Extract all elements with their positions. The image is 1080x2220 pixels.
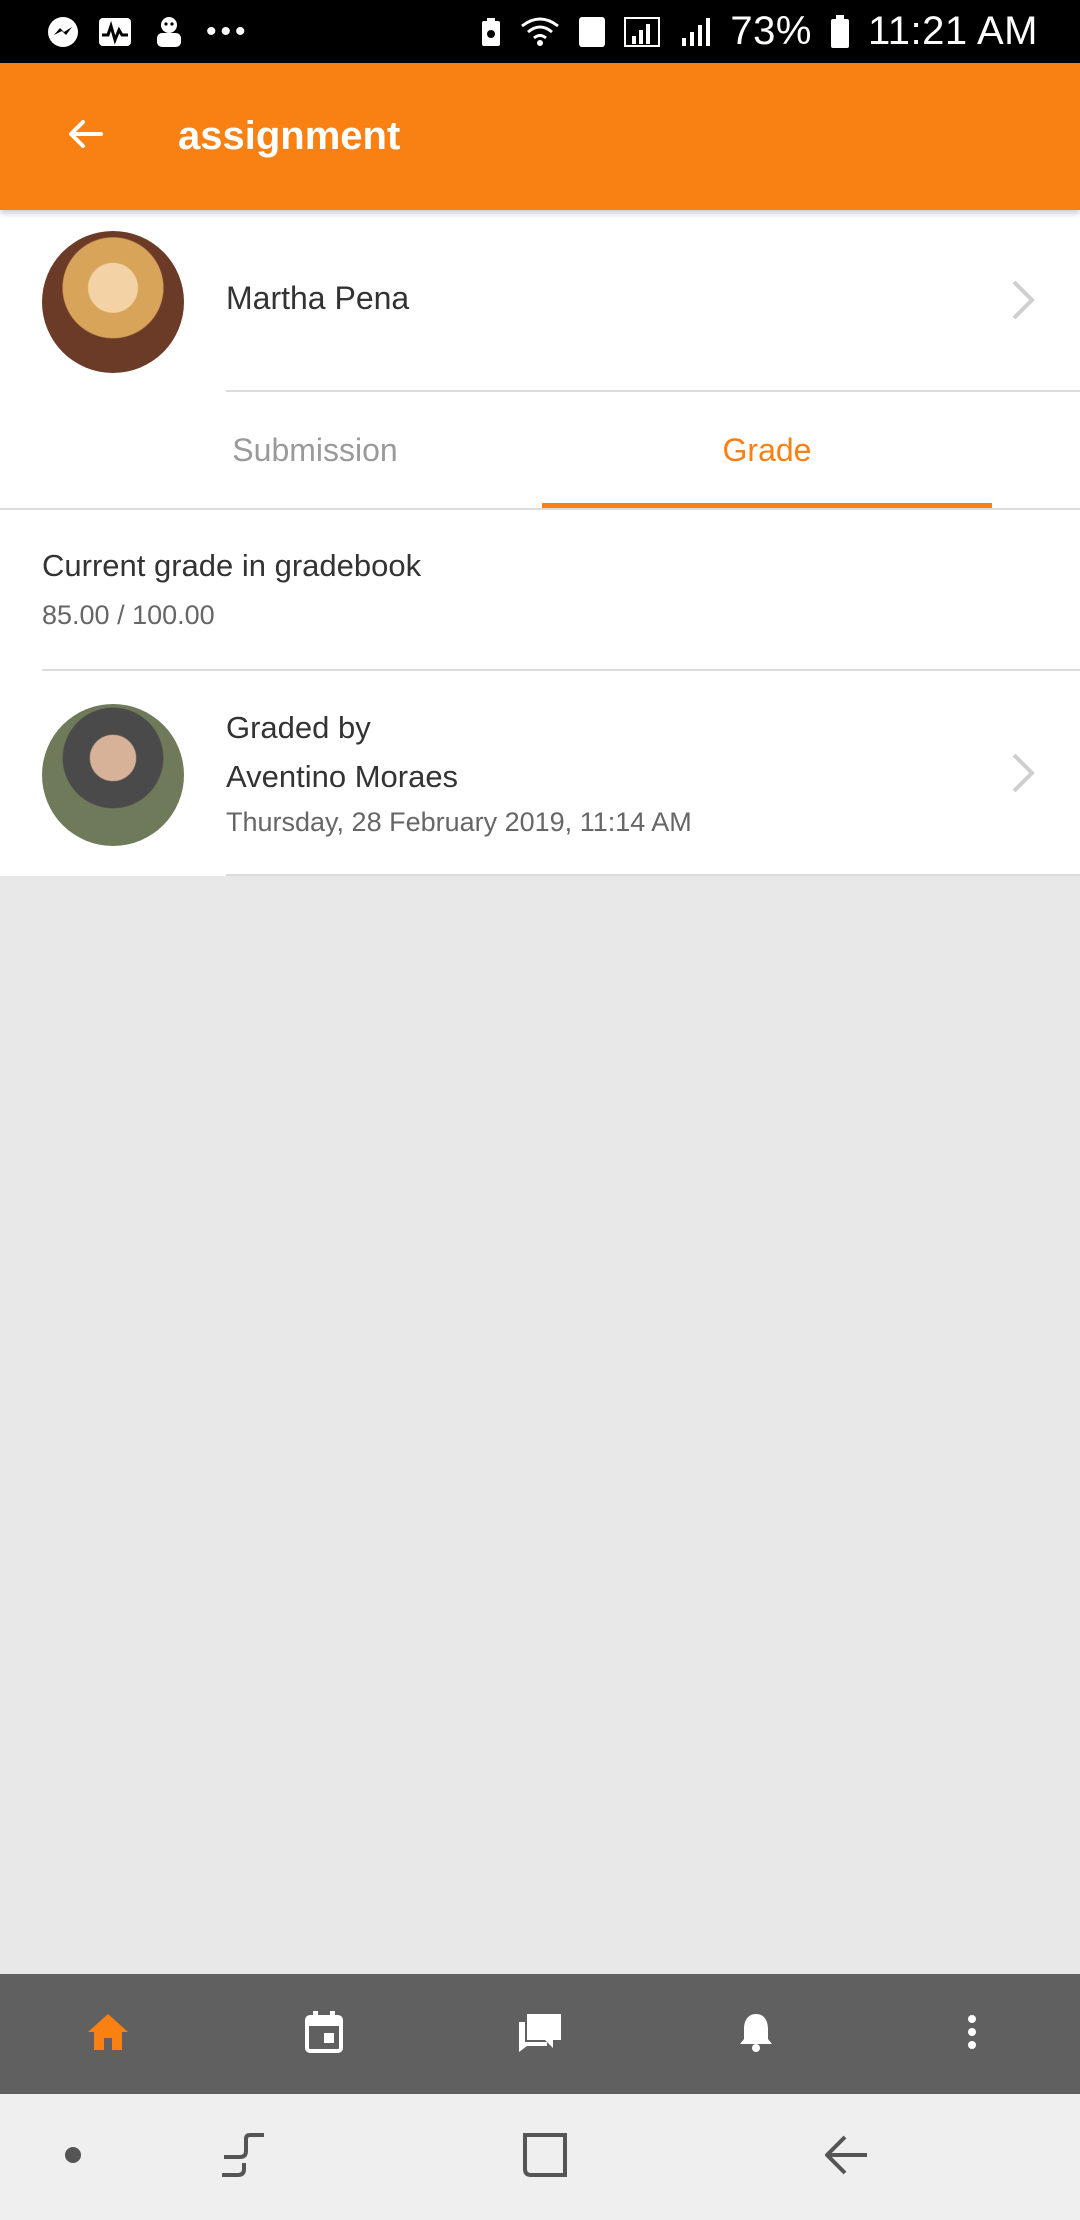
battery-percent: 73% (730, 9, 812, 53)
calendar-icon (304, 2010, 344, 2058)
more-icon (966, 2014, 978, 2055)
student-row[interactable]: Martha Pena (0, 210, 1080, 392)
home-icon (86, 2012, 130, 2057)
messenger-icon (46, 15, 80, 49)
messages-icon (517, 2012, 563, 2057)
grader-name: Aventino Moraes (226, 759, 459, 794)
current-grade: Current grade in gradebook 85.00 / 100.0… (42, 548, 421, 631)
recent-apps-icon (220, 2132, 266, 2182)
home-system-button[interactable] (510, 2122, 580, 2192)
student-name: Martha Pena (226, 280, 410, 316)
nav-calendar[interactable] (264, 1974, 384, 2094)
wifi-icon (520, 16, 560, 48)
nav-home[interactable] (48, 1974, 168, 2094)
graded-date: Thursday, 28 February 2019, 11:14 AM (226, 807, 692, 837)
signal-icon (624, 16, 662, 48)
bottom-nav (0, 1974, 1080, 2094)
status-left-icons: ••• (46, 15, 250, 49)
divider (42, 669, 1080, 671)
divider (0, 508, 1080, 510)
status-bar: ••• 73% 11:21 AM (0, 0, 1080, 63)
student-avatar (42, 231, 184, 373)
recent-apps-button[interactable] (208, 2122, 278, 2192)
notifications-icon (737, 2011, 775, 2058)
graded-by-label: Graded by (226, 710, 371, 745)
graded-by-info: Graded by Aventino Moraes Thursday, 28 F… (226, 710, 692, 838)
assignment-panel: Martha Pena Submission Grade Current gra… (0, 210, 1080, 876)
nav-messages[interactable] (480, 1974, 600, 2094)
system-nav-bar (0, 2094, 1080, 2220)
back-arrow-icon (823, 2133, 871, 2182)
square-icon (521, 2131, 569, 2184)
grade-value: 85.00 / 100.00 (42, 600, 215, 630)
nav-notifications[interactable] (696, 1974, 816, 2094)
grader-avatar (42, 704, 184, 846)
divider (226, 874, 1080, 876)
nav-more[interactable] (912, 1974, 1032, 2094)
sim-icon (578, 16, 606, 48)
chevron-right-icon (1008, 751, 1038, 795)
app-bar: assignment (0, 63, 1080, 210)
tab-submission[interactable]: Submission (0, 392, 540, 508)
more-notifications-icon: ••• (206, 14, 250, 48)
battery-icon (830, 14, 850, 49)
tab-bar: Submission Grade (0, 392, 1080, 508)
dot-icon (64, 2146, 82, 2169)
status-right-icons: 73% 11:21 AM (480, 9, 1038, 54)
signal-icon (680, 16, 712, 48)
recycle-icon (480, 17, 502, 47)
grade-label: Current grade in gradebook (42, 548, 422, 583)
mascot-icon (150, 15, 188, 49)
back-button[interactable] (40, 92, 130, 182)
tab-grade[interactable]: Grade (542, 392, 992, 508)
chevron-right-icon (1008, 278, 1038, 322)
clock: 11:21 AM (867, 9, 1038, 53)
system-back-button[interactable] (812, 2122, 882, 2192)
page-title: assignment (178, 114, 401, 158)
arrow-left-icon (65, 114, 105, 159)
system-dot-button[interactable] (38, 2122, 108, 2192)
activity-icon (98, 17, 132, 47)
